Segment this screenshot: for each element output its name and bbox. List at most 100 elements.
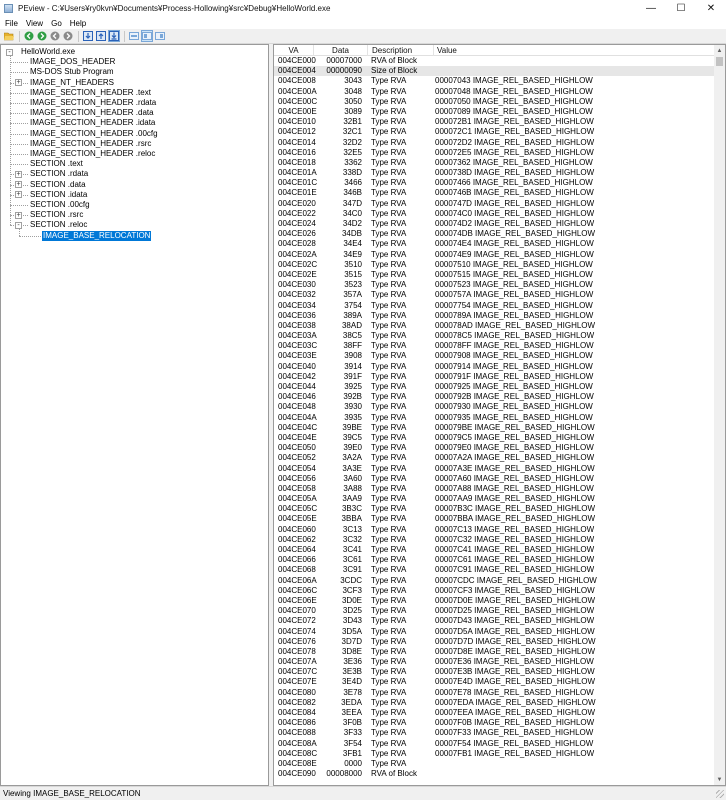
tree-item[interactable]: IMAGE_SECTION_HEADER .reloc <box>29 149 156 159</box>
expand-icon[interactable]: + <box>15 211 22 219</box>
table-row[interactable]: 004CE082 3EDA Type RVA 00007EDA IMAGE_REL_B… <box>274 698 715 708</box>
tree-item[interactable]: SECTION .rsrc <box>29 210 84 220</box>
forward-button[interactable] <box>36 30 48 42</box>
table-row[interactable]: 004CE06E 3D0E Type RVA 00007D0E IMAGE_REL_B… <box>274 596 715 606</box>
column-header-value[interactable]: Value <box>434 45 715 56</box>
table-row[interactable]: 004CE07C 3E3B Type RVA 00007E3B IMAGE_REL_B… <box>274 667 715 677</box>
table-row[interactable]: 004CE040 3914 Type RVA 00007914 IMAGE_REL_B… <box>274 362 715 372</box>
tree-item[interactable]: IMAGE_SECTION_HEADER .idata <box>29 118 156 128</box>
column-header-va[interactable]: VA <box>274 45 314 56</box>
table-row[interactable]: 004CE010 32B1 Type RVA 000072B1 IMAGE_REL_B… <box>274 117 715 127</box>
table-row[interactable]: 004CE090 00008000 RVA of Block <box>274 769 715 779</box>
table-row[interactable]: 004CE080 3E78 Type RVA 00007E78 IMAGE_REL_B… <box>274 688 715 698</box>
table-row[interactable]: 004CE016 32E5 Type RVA 000072E5 IMAGE_REL_B… <box>274 148 715 158</box>
vertical-scrollbar[interactable]: ▲ ▼ <box>714 45 725 785</box>
expand-icon[interactable]: + <box>15 181 22 189</box>
view-save-button[interactable] <box>141 30 153 42</box>
table-row[interactable]: 004CE00C 3050 Type RVA 00007050 IMAGE_REL_B… <box>274 97 715 107</box>
view-byte-button[interactable] <box>82 30 94 42</box>
scroll-down-icon[interactable]: ▼ <box>714 774 725 785</box>
table-row[interactable]: 004CE01C 3466 Type RVA 00007466 IMAGE_REL_B… <box>274 178 715 188</box>
column-header-description[interactable]: Description <box>368 45 434 56</box>
table-row[interactable]: 004CE04A 3935 Type RVA 00007935 IMAGE_REL_B… <box>274 413 715 423</box>
table-row[interactable]: 004CE052 3A2A Type RVA 00007A2A IMAGE_REL_B… <box>274 453 715 463</box>
table-row[interactable]: 004CE076 3D7D Type RVA 00007D7D IMAGE_REL_B… <box>274 637 715 647</box>
tree-item[interactable]: SECTION .rdata <box>29 169 89 179</box>
menu-file[interactable]: File <box>1 19 22 28</box>
table-row[interactable]: 004CE004 00000090 Size of Block <box>274 66 715 77</box>
tree-item[interactable]: IMAGE_SECTION_HEADER .00cfg <box>29 129 159 139</box>
table-row[interactable]: 004CE01A 338D Type RVA 0000738D IMAGE_REL_B… <box>274 168 715 178</box>
table-row[interactable]: 004CE00A 3048 Type RVA 00007048 IMAGE_REL_B… <box>274 87 715 97</box>
tree-item[interactable]: IMAGE_SECTION_HEADER .rsrc <box>29 139 152 149</box>
next-button[interactable] <box>62 30 74 42</box>
tree-item[interactable]: IMAGE_SECTION_HEADER .data <box>29 108 155 118</box>
tree-item[interactable]: SECTION .text <box>29 159 84 169</box>
table-row[interactable]: 004CE088 3F33 Type RVA 00007F33 IMAGE_REL_B… <box>274 728 715 738</box>
table-row[interactable]: 004CE058 3A88 Type RVA 00007A88 IMAGE_REL_B… <box>274 484 715 494</box>
table-row[interactable]: 004CE050 39E0 Type RVA 000079E0 IMAGE_REL_B… <box>274 443 715 453</box>
tree-item[interactable]: SECTION .reloc <box>29 220 88 230</box>
table-row[interactable]: 004CE074 3D5A Type RVA 00007D5A IMAGE_REL_B… <box>274 627 715 637</box>
table-row[interactable]: 004CE072 3D43 Type RVA 00007D43 IMAGE_REL_B… <box>274 616 715 626</box>
table-row[interactable]: 004CE00E 3089 Type RVA 00007089 IMAGE_REL_B… <box>274 107 715 117</box>
table-row[interactable]: 004CE008 3043 Type RVA 00007043 IMAGE_REL_B… <box>274 76 715 86</box>
menu-go[interactable]: Go <box>47 19 66 28</box>
table-row[interactable]: 004CE05A 3AA9 Type RVA 00007AA9 IMAGE_REL_B… <box>274 494 715 504</box>
table-row[interactable]: 004CE038 38AD Type RVA 000078AD IMAGE_REL_B… <box>274 321 715 331</box>
table-row[interactable]: 004CE064 3C41 Type RVA 00007C41 IMAGE_REL_B… <box>274 545 715 555</box>
table-row[interactable]: 004CE03C 38FF Type RVA 000078FF IMAGE_REL_B… <box>274 341 715 351</box>
table-row[interactable]: 004CE03E 3908 Type RVA 00007908 IMAGE_REL_B… <box>274 351 715 361</box>
view-options-button[interactable] <box>154 30 166 42</box>
tree-item[interactable]: IMAGE_SECTION_HEADER .rdata <box>29 98 157 108</box>
table-row[interactable]: 004CE08A 3F54 Type RVA 00007F54 IMAGE_REL_B… <box>274 739 715 749</box>
table-row[interactable]: 004CE04C 39BE Type RVA 000079BE IMAGE_REL_B… <box>274 423 715 433</box>
table-row[interactable]: 004CE06C 3CF3 Type RVA 00007CF3 IMAGE_REL_B… <box>274 586 715 596</box>
table-row[interactable]: 004CE028 34E4 Type RVA 000074E4 IMAGE_REL_B… <box>274 239 715 249</box>
previous-button[interactable] <box>49 30 61 42</box>
table-row[interactable]: 004CE042 391F Type RVA 0000791F IMAGE_REL_B… <box>274 372 715 382</box>
table-row[interactable]: 004CE018 3362 Type RVA 00007362 IMAGE_REL_B… <box>274 158 715 168</box>
table-row[interactable]: 004CE01E 346B Type RVA 0000746B IMAGE_REL_B… <box>274 188 715 198</box>
table-row[interactable]: 004CE062 3C32 Type RVA 00007C32 IMAGE_REL_B… <box>274 535 715 545</box>
table-row[interactable]: 004CE07A 3E36 Type RVA 00007E36 IMAGE_REL_B… <box>274 657 715 667</box>
table-row[interactable]: 004CE060 3C13 Type RVA 00007C13 IMAGE_REL_B… <box>274 525 715 535</box>
details-list[interactable]: VA Data Description Value 004CE000 000070… <box>273 44 726 786</box>
table-row[interactable]: 004CE012 32C1 Type RVA 000072C1 IMAGE_REL_B… <box>274 127 715 137</box>
view-word-button[interactable] <box>95 30 107 42</box>
tree-item[interactable]: SECTION .idata <box>29 190 88 200</box>
table-row[interactable]: 004CE02C 3510 Type RVA 00007510 IMAGE_REL_B… <box>274 260 715 270</box>
column-header-data[interactable]: Data <box>314 45 368 56</box>
table-row[interactable]: 004CE024 34D2 Type RVA 000074D2 IMAGE_REL_B… <box>274 219 715 229</box>
resize-grip-icon[interactable] <box>716 790 724 798</box>
tree-item[interactable]: SECTION .data <box>29 180 87 190</box>
scroll-up-icon[interactable]: ▲ <box>714 45 725 56</box>
expand-icon[interactable]: + <box>15 79 22 87</box>
table-row[interactable]: 004CE070 3D25 Type RVA 00007D25 IMAGE_REL_B… <box>274 606 715 616</box>
table-row[interactable]: 004CE068 3C91 Type RVA 00007C91 IMAGE_REL_B… <box>274 565 715 575</box>
table-row[interactable]: 004CE020 347D Type RVA 0000747D IMAGE_REL_B… <box>274 199 715 209</box>
table-row[interactable]: 004CE054 3A3E Type RVA 00007A3E IMAGE_REL_B… <box>274 464 715 474</box>
table-row[interactable]: 004CE000 00007000 RVA of Block <box>274 56 715 66</box>
table-row[interactable]: 004CE08C 3FB1 Type RVA 00007FB1 IMAGE_REL_B… <box>274 749 715 759</box>
table-row[interactable]: 004CE032 357A Type RVA 0000757A IMAGE_REL_B… <box>274 290 715 300</box>
expand-icon[interactable]: + <box>15 191 22 199</box>
table-row[interactable]: 004CE04E 39C5 Type RVA 000079C5 IMAGE_REL_B… <box>274 433 715 443</box>
tree-item[interactable]: SECTION .00cfg <box>29 200 91 210</box>
table-row[interactable]: 004CE07E 3E4D Type RVA 00007E4D IMAGE_REL_B… <box>274 677 715 687</box>
collapse-icon[interactable]: - <box>6 48 13 56</box>
menu-help[interactable]: Help <box>66 19 90 28</box>
table-row[interactable]: 004CE066 3C61 Type RVA 00007C61 IMAGE_REL_B… <box>274 555 715 565</box>
table-row[interactable]: 004CE02E 3515 Type RVA 00007515 IMAGE_REL_B… <box>274 270 715 280</box>
table-row[interactable]: 004CE034 3754 Type RVA 00007754 IMAGE_REL_B… <box>274 301 715 311</box>
table-row[interactable]: 004CE056 3A60 Type RVA 00007A60 IMAGE_REL_B… <box>274 474 715 484</box>
table-row[interactable]: 004CE046 392B Type RVA 0000792B IMAGE_REL_B… <box>274 392 715 402</box>
table-row[interactable]: 004CE078 3D8E Type RVA 00007D8E IMAGE_REL_B… <box>274 647 715 657</box>
collapse-icon[interactable]: - <box>15 221 22 229</box>
table-row[interactable]: 004CE05C 3B3C Type RVA 00007B3C IMAGE_REL_B… <box>274 504 715 514</box>
table-row[interactable]: 004CE02A 34E9 Type RVA 000074E9 IMAGE_REL_B… <box>274 250 715 260</box>
view-dword-button[interactable] <box>108 30 120 42</box>
table-row[interactable]: 004CE036 389A Type RVA 0000789A IMAGE_REL_B… <box>274 311 715 321</box>
table-row[interactable]: 004CE084 3EEA Type RVA 00007EEA IMAGE_REL_B… <box>274 708 715 718</box>
table-row[interactable]: 004CE048 3930 Type RVA 00007930 IMAGE_REL_B… <box>274 402 715 412</box>
